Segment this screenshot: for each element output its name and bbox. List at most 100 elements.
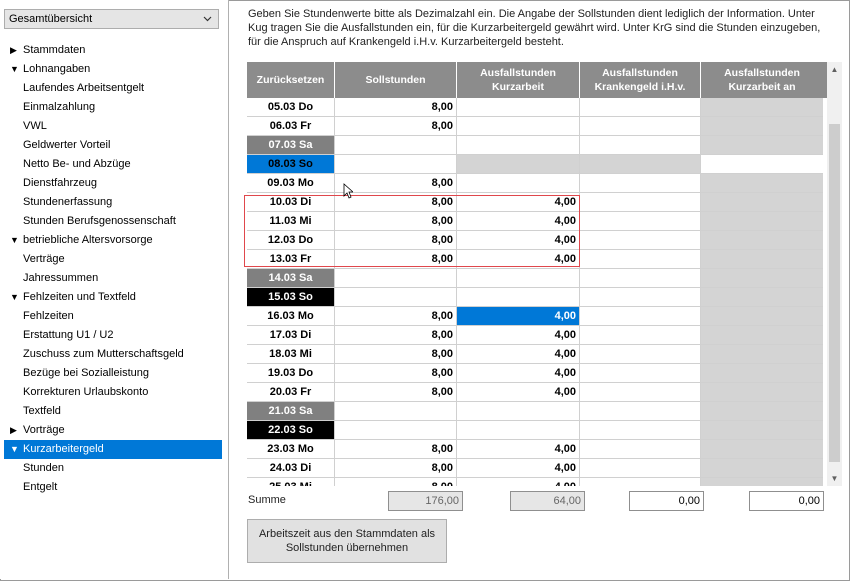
kurzarbeit-cell[interactable] <box>457 155 580 174</box>
sollstunden-cell[interactable]: 8,00 <box>335 231 457 250</box>
kurzarbeit-cell[interactable]: 4,00 <box>457 250 580 269</box>
krankengeld-cell[interactable] <box>580 326 701 345</box>
krankengeld-cell[interactable] <box>580 383 701 402</box>
kurzarbeit-cell[interactable] <box>457 269 580 288</box>
kurzarbeit-an-cell[interactable] <box>701 117 823 136</box>
krankengeld-cell[interactable] <box>580 98 701 117</box>
sollstunden-cell[interactable]: 8,00 <box>335 98 457 117</box>
sollstunden-cell[interactable]: 8,00 <box>335 440 457 459</box>
sollstunden-cell[interactable] <box>335 155 457 174</box>
kurzarbeit-an-cell[interactable] <box>701 383 823 402</box>
kurzarbeit-an-cell[interactable] <box>701 440 823 459</box>
kurzarbeit-an-cell[interactable] <box>701 307 823 326</box>
kurzarbeit-cell[interactable]: 4,00 <box>457 193 580 212</box>
kurzarbeit-cell[interactable]: 4,00 <box>457 212 580 231</box>
krankengeld-cell[interactable] <box>580 421 701 440</box>
kurzarbeit-cell[interactable] <box>457 288 580 307</box>
kurzarbeit-an-cell[interactable] <box>701 326 823 345</box>
kurzarbeit-cell[interactable]: 4,00 <box>457 478 580 486</box>
expanded-arrow-icon[interactable]: ▼ <box>10 60 19 79</box>
kurzarbeit-an-cell[interactable] <box>701 345 823 364</box>
sidebar-item[interactable]: VWL <box>4 117 222 136</box>
sidebar-item[interactable]: Stundenerfassung <box>4 193 222 212</box>
kurzarbeit-an-cell[interactable] <box>701 231 823 250</box>
sidebar-item[interactable]: ▶ Vorträge <box>4 421 222 440</box>
sollstunden-cell[interactable]: 8,00 <box>335 250 457 269</box>
kurzarbeit-an-cell[interactable] <box>701 174 823 193</box>
sollstunden-cell[interactable]: 8,00 <box>335 364 457 383</box>
krankengeld-cell[interactable] <box>580 155 701 174</box>
sollstunden-cell[interactable]: 8,00 <box>335 326 457 345</box>
kurzarbeit-an-cell[interactable] <box>701 364 823 383</box>
kurzarbeit-an-cell[interactable] <box>701 250 823 269</box>
sidebar-item[interactable]: Textfeld <box>4 402 222 421</box>
expanded-arrow-icon[interactable]: ▼ <box>10 231 19 250</box>
krankengeld-cell[interactable] <box>580 288 701 307</box>
sidebar-item[interactable]: Korrekturen Urlaubskonto <box>4 383 222 402</box>
kurzarbeit-cell[interactable]: 4,00 <box>457 364 580 383</box>
kurzarbeit-an-cell[interactable] <box>701 155 823 174</box>
apply-worktime-button[interactable]: Arbeitszeit aus den Stammdaten als Solls… <box>247 519 447 563</box>
sollstunden-cell[interactable]: 8,00 <box>335 459 457 478</box>
sidebar-item[interactable]: ▼ Lohnangaben <box>4 60 222 79</box>
kurzarbeit-an-cell[interactable] <box>701 269 823 288</box>
kurzarbeit-an-cell[interactable] <box>701 288 823 307</box>
kurzarbeit-cell[interactable]: 4,00 <box>457 459 580 478</box>
header-reset[interactable]: Zurücksetzen <box>247 62 335 98</box>
sidebar-item[interactable]: Dienstfahrzeug <box>4 174 222 193</box>
kurzarbeit-an-cell[interactable] <box>701 478 823 486</box>
kurzarbeit-cell[interactable] <box>457 174 580 193</box>
kurzarbeit-cell[interactable] <box>457 136 580 155</box>
scroll-thumb[interactable] <box>829 124 840 462</box>
expanded-arrow-icon[interactable]: ▼ <box>10 440 19 459</box>
krankengeld-cell[interactable] <box>580 364 701 383</box>
sollstunden-cell[interactable] <box>335 288 457 307</box>
kurzarbeit-an-cell[interactable] <box>701 136 823 155</box>
kurzarbeit-an-cell[interactable] <box>701 402 823 421</box>
sollstunden-cell[interactable] <box>335 421 457 440</box>
krankengeld-cell[interactable] <box>580 212 701 231</box>
kurzarbeit-an-cell[interactable] <box>701 421 823 440</box>
sollstunden-cell[interactable] <box>335 136 457 155</box>
kurzarbeit-cell[interactable] <box>457 117 580 136</box>
kurzarbeit-cell[interactable] <box>457 98 580 117</box>
krankengeld-cell[interactable] <box>580 269 701 288</box>
sollstunden-cell[interactable] <box>335 402 457 421</box>
krankengeld-cell[interactable] <box>580 117 701 136</box>
krankengeld-cell[interactable] <box>580 402 701 421</box>
kurzarbeit-cell[interactable]: 4,00 <box>457 307 580 326</box>
kurzarbeit-cell[interactable] <box>457 421 580 440</box>
sidebar-item[interactable]: Laufendes Arbeitsentgelt <box>4 79 222 98</box>
kurzarbeit-cell[interactable]: 4,00 <box>457 231 580 250</box>
krankengeld-cell[interactable] <box>580 440 701 459</box>
sidebar-item[interactable]: Jahressummen <box>4 269 222 288</box>
sidebar-item[interactable]: Erstattung U1 / U2 <box>4 326 222 345</box>
sum-krankengeld[interactable]: 0,00 <box>629 491 704 511</box>
sidebar-item[interactable]: ▼ Kurzarbeitergeld <box>4 440 222 459</box>
sollstunden-cell[interactable]: 8,00 <box>335 307 457 326</box>
sollstunden-cell[interactable]: 8,00 <box>335 174 457 193</box>
sidebar-item[interactable]: ▼ betriebliche Altersvorsorge <box>4 231 222 250</box>
kurzarbeit-an-cell[interactable] <box>701 459 823 478</box>
sidebar-item[interactable]: Verträge <box>4 250 222 269</box>
sidebar-item[interactable]: Geldwerter Vorteil <box>4 136 222 155</box>
collapsed-arrow-icon[interactable]: ▶ <box>10 41 17 60</box>
krankengeld-cell[interactable] <box>580 478 701 486</box>
krankengeld-cell[interactable] <box>580 250 701 269</box>
collapsed-arrow-icon[interactable]: ▶ <box>10 421 17 440</box>
view-dropdown[interactable]: Gesamtübersicht <box>4 9 219 29</box>
sollstunden-cell[interactable]: 8,00 <box>335 478 457 486</box>
krankengeld-cell[interactable] <box>580 345 701 364</box>
sollstunden-cell[interactable]: 8,00 <box>335 193 457 212</box>
kurzarbeit-cell[interactable]: 4,00 <box>457 326 580 345</box>
table-scrollbar[interactable]: ▲ ▼ <box>827 62 842 486</box>
sidebar-item[interactable]: Zuschuss zum Mutterschaftsgeld <box>4 345 222 364</box>
krankengeld-cell[interactable] <box>580 174 701 193</box>
kurzarbeit-cell[interactable]: 4,00 <box>457 345 580 364</box>
sidebar-item[interactable]: Einmalzahlung <box>4 98 222 117</box>
sollstunden-cell[interactable]: 8,00 <box>335 345 457 364</box>
sollstunden-cell[interactable] <box>335 269 457 288</box>
krankengeld-cell[interactable] <box>580 459 701 478</box>
sidebar-item[interactable]: Entgelt <box>4 478 222 497</box>
kurzarbeit-an-cell[interactable] <box>701 98 823 117</box>
